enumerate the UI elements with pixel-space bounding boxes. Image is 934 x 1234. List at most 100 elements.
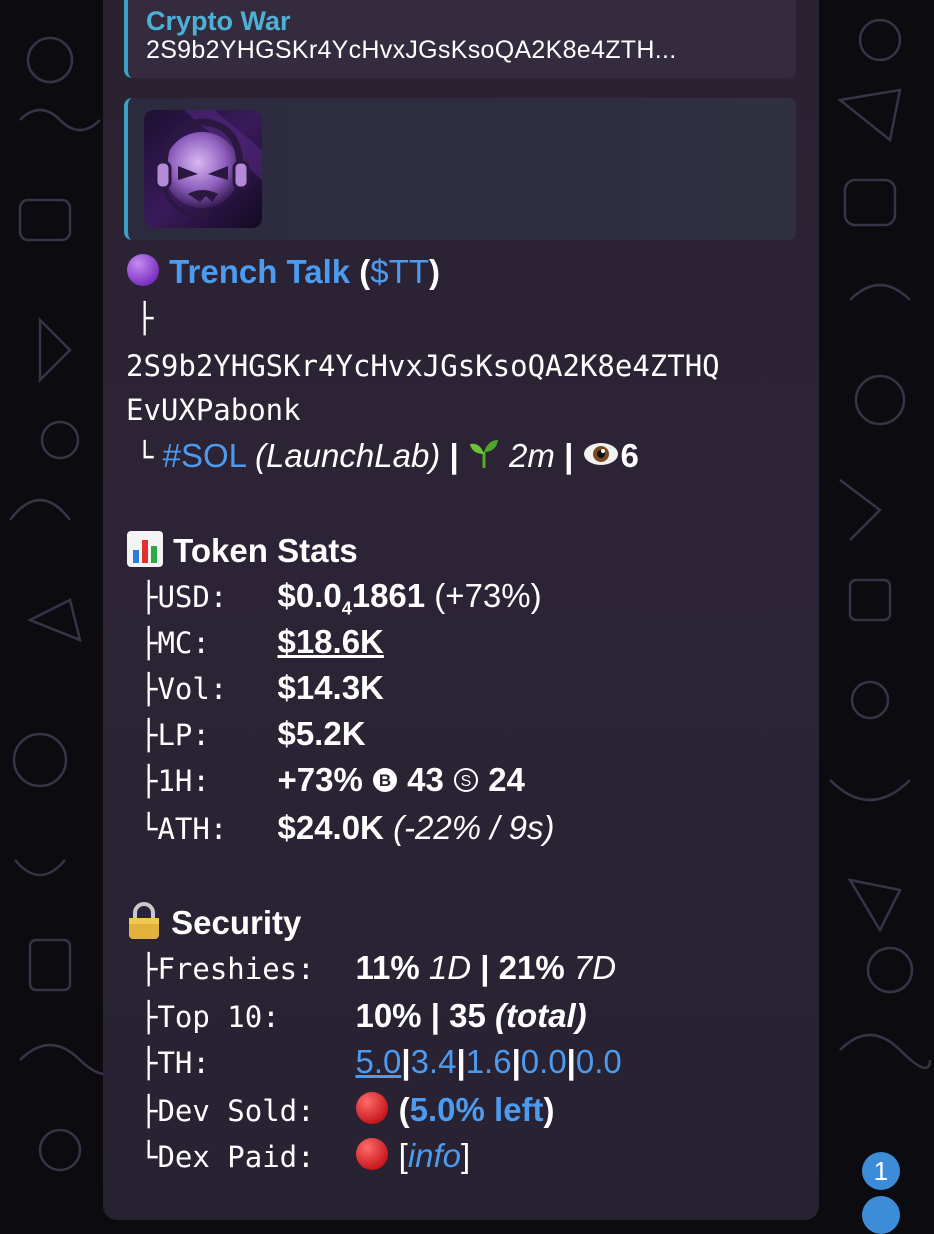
dev-left-link[interactable]: 5.0% left — [410, 1091, 544, 1128]
sells-icon-letter: S — [461, 773, 472, 790]
usd-value: $0.041861 — [277, 577, 426, 619]
tree-top: ├ — [136, 301, 154, 335]
security-heading: Security — [126, 902, 301, 949]
usd-value-tail: 1861 — [351, 577, 426, 614]
token-ticker-link[interactable]: $TT — [370, 253, 429, 290]
scroll-down-button[interactable] — [862, 1196, 900, 1234]
separator: | — [511, 1043, 521, 1080]
th-holder-link-2[interactable]: 3.4 — [411, 1043, 457, 1080]
tree-branch: └ — [140, 812, 158, 846]
security-label: Dex Paid: — [157, 1140, 315, 1174]
freshies-1d-label: 1D — [428, 949, 472, 986]
lock-icon — [126, 902, 162, 949]
tree-branch: ├ — [140, 580, 158, 614]
tree-branch: ├ — [140, 672, 158, 706]
unread-badge[interactable]: 1 — [862, 1152, 900, 1190]
token-title-line: Trench Talk ($TT) — [126, 252, 440, 296]
purple-circle-icon — [126, 253, 160, 296]
token-stats-heading: Token Stats — [126, 530, 358, 577]
stat-label: 1H: — [157, 764, 210, 798]
security-label: Dev Sold: — [157, 1094, 315, 1128]
stat-label: ATH: — [157, 812, 228, 846]
token-meta-line: └ #SOL (LaunchLab) | 2m | 6 — [126, 436, 639, 479]
buys-icon-letter: B — [379, 771, 391, 790]
sells-count: 24 — [488, 761, 525, 798]
tree-branch: ├ — [140, 952, 158, 986]
tree-branch: ├ — [140, 718, 158, 752]
red-circle-icon — [355, 1091, 389, 1134]
separator: | — [480, 949, 490, 986]
ath-change: (-22% / 9s) — [393, 809, 555, 846]
freshies-7d-pct: 21% — [498, 949, 565, 986]
top10-total: 35 — [449, 997, 486, 1034]
bar-chart-icon — [126, 530, 164, 577]
tree-branch: ├ — [140, 1046, 158, 1080]
liquidity-value: $5.2K — [277, 715, 366, 752]
stat-row-usd: ├USD: $0.041861 (+73%) — [140, 576, 542, 629]
dex-info-link[interactable]: info — [408, 1137, 461, 1174]
total-label: (total) — [495, 997, 587, 1034]
security-row-dev-sold: ├Dev Sold: (5.0% left) — [140, 1090, 555, 1134]
separator: | — [449, 437, 459, 474]
close-bracket: ] — [461, 1137, 471, 1174]
token-stats-title: Token Stats — [173, 532, 358, 570]
reply-text: 2S9b2YHGSKr4YcHvxJGsKsoQA2K8e4ZTH... — [146, 36, 677, 64]
open-bracket: [ — [398, 1137, 408, 1174]
token-address-line1[interactable]: 2S9b2YHGSKr4YcHvxJGsKsoQA2K8e4ZTHQ — [126, 346, 720, 386]
stat-label: MC: — [157, 626, 210, 660]
tree-branch: ├ — [140, 626, 158, 660]
th-holder-link-5[interactable]: 0.0 — [576, 1043, 622, 1080]
tree-branch: ├ — [140, 764, 158, 798]
separator: | — [564, 437, 574, 474]
top10-pct: 10% — [355, 997, 422, 1034]
security-row-top10: ├Top 10: 10% | 35 (total) — [140, 996, 587, 1037]
eye-icon — [582, 438, 620, 479]
tree-bottom: └ — [136, 440, 154, 474]
separator: | — [401, 1043, 411, 1080]
security-row-freshies: ├Freshies: 11% 1D | 21% 7D — [140, 948, 616, 989]
tree-branch: └ — [140, 1140, 158, 1174]
open-paren: ( — [398, 1091, 410, 1128]
chain-hashtag[interactable]: #SOL — [163, 437, 246, 474]
security-title: Security — [171, 904, 302, 942]
stat-row-1h: ├1H: +73% B 43 S 24 — [140, 760, 525, 802]
stat-label: USD: — [157, 580, 228, 614]
separator: | — [456, 1043, 466, 1080]
reply-title: Crypto War — [146, 6, 291, 36]
views-count: 6 — [620, 437, 639, 474]
security-row-th: ├TH: 5.0|3.4|1.6|0.0|0.0 — [140, 1042, 622, 1083]
separator: | — [430, 997, 440, 1034]
token-address-line2[interactable]: EvUXPabonk — [126, 390, 301, 430]
security-row-dex-paid: └Dex Paid: [info] — [140, 1136, 470, 1180]
security-label: Freshies: — [157, 952, 315, 986]
th-holder-link-1[interactable]: 5.0 — [355, 1043, 401, 1080]
market-cap-link[interactable]: $18.6K — [277, 623, 383, 660]
link-preview[interactable] — [124, 98, 796, 240]
stat-label: Vol: — [157, 672, 228, 706]
freshies-7d-label: 7D — [573, 949, 617, 986]
sells-icon: S — [453, 762, 479, 802]
preview-thumbnail[interactable] — [144, 110, 262, 228]
open-paren: ( — [359, 253, 371, 290]
stat-row-lp: ├LP: $5.2K — [140, 714, 366, 755]
usd-change: (+73%) — [425, 577, 542, 614]
stat-row-mc: ├MC: $18.6K — [140, 622, 384, 663]
token-name-link[interactable]: Trench Talk — [169, 253, 350, 290]
separator: | — [566, 1043, 576, 1080]
reply-quote[interactable]: Crypto War 2S9b2YHGSKr4YcHvxJGsKsoQA2K8e… — [124, 0, 796, 78]
platform-label: (LaunchLab) — [254, 437, 441, 474]
ath-value: $24.0K — [277, 809, 384, 846]
tree-branch: ├ — [140, 1000, 158, 1034]
hour-change: +73% — [277, 761, 363, 798]
th-holder-link-3[interactable]: 1.6 — [466, 1043, 512, 1080]
tree-branch: ├ — [140, 1094, 158, 1128]
red-circle-icon — [355, 1137, 389, 1180]
th-holder-link-4[interactable]: 0.0 — [521, 1043, 567, 1080]
close-paren: ) — [428, 253, 440, 290]
stat-label: LP: — [157, 718, 210, 752]
buys-icon: B — [372, 762, 398, 802]
security-label: Top 10: — [157, 1000, 280, 1034]
age-value: 2m — [509, 437, 555, 474]
close-paren: ) — [543, 1091, 555, 1128]
stat-row-vol: ├Vol: $14.3K — [140, 668, 384, 709]
